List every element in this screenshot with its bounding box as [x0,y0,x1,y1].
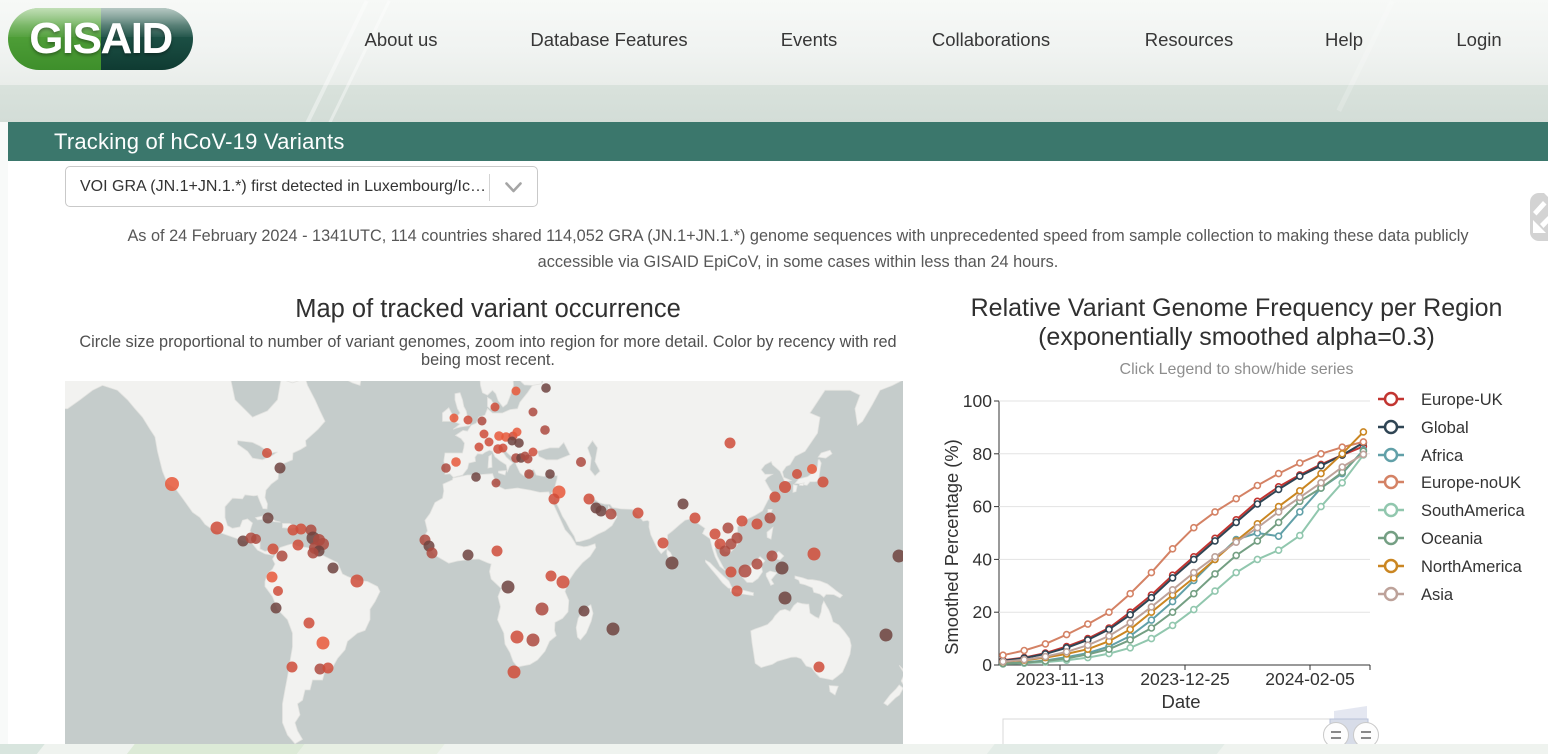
svg-text:Global: Global [1421,419,1469,437]
svg-text:2023-12-25: 2023-12-25 [1140,669,1230,689]
svg-text:Africa: Africa [1421,447,1464,465]
svg-text:NorthAmerica: NorthAmerica [1421,558,1523,576]
svg-text:40: 40 [973,549,993,569]
svg-text:Smoothed Percentage (%): Smoothed Percentage (%) [941,439,962,654]
svg-text:20: 20 [973,602,993,622]
svg-text:Asia: Asia [1421,586,1454,604]
svg-text:80: 80 [973,444,993,464]
svg-text:Oceania: Oceania [1421,530,1483,548]
svg-text:Europe-noUK: Europe-noUK [1421,474,1521,492]
svg-text:Europe-UK: Europe-UK [1421,391,1503,409]
svg-text:2024-02-05: 2024-02-05 [1265,669,1355,689]
svg-text:2023-11-13: 2023-11-13 [1016,669,1104,689]
svg-text:100: 100 [963,391,992,411]
svg-text:SouthAmerica: SouthAmerica [1421,502,1525,520]
svg-text:0: 0 [982,655,992,675]
svg-text:Date: Date [1161,691,1200,712]
svg-text:60: 60 [973,497,993,517]
